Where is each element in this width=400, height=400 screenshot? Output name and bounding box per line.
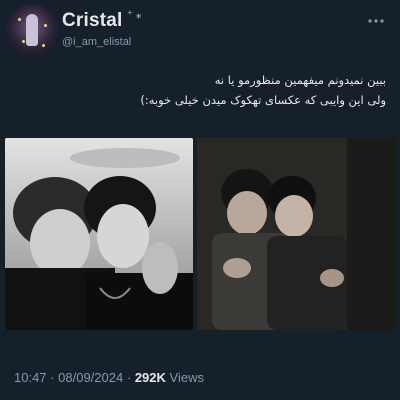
tweet-date[interactable]: 08/09/2024 <box>58 370 123 385</box>
tweet-media <box>5 138 395 330</box>
avatar-sparkle <box>42 44 45 47</box>
tweet-time[interactable]: 10:47 <box>14 370 47 385</box>
user-handle[interactable]: @i_am_elistal <box>62 36 131 48</box>
tweet-meta: 10:47 · 08/09/2024 · 292K Views <box>14 370 204 385</box>
views-count: 292K <box>134 370 166 385</box>
tweet-text-line: ببین نمیدونم میفهمین منظورمو یا نه <box>214 73 386 87</box>
tweet-text: ببین نمیدونم میفهمین منظورمو یا نه ولی ا… <box>6 70 386 110</box>
views-label: Views <box>169 370 204 385</box>
media-photo-1[interactable] <box>5 138 193 330</box>
name-decoration: ⁺ ⁎ <box>127 9 142 21</box>
meta-separator: · <box>126 370 132 385</box>
avatar-sparkle <box>44 24 47 27</box>
avatar[interactable] <box>6 4 58 56</box>
tweet-text-line: ولی این وایبی که عکسای تهکوک میدن خیلی خ… <box>140 93 386 107</box>
bw-selfie-illustration <box>5 138 193 330</box>
avatar-sparkle <box>22 40 25 43</box>
meta-separator: · <box>50 370 55 385</box>
display-name[interactable]: Cristal <box>62 10 123 32</box>
avatar-figure <box>26 14 38 46</box>
two-people-illustration <box>197 138 395 330</box>
avatar-sparkle <box>18 18 21 21</box>
tweet-header: Cristal ⁺ ⁎ @i_am_elistal <box>0 0 400 60</box>
more-options-icon[interactable] <box>366 14 386 28</box>
media-photo-2[interactable] <box>197 138 395 330</box>
